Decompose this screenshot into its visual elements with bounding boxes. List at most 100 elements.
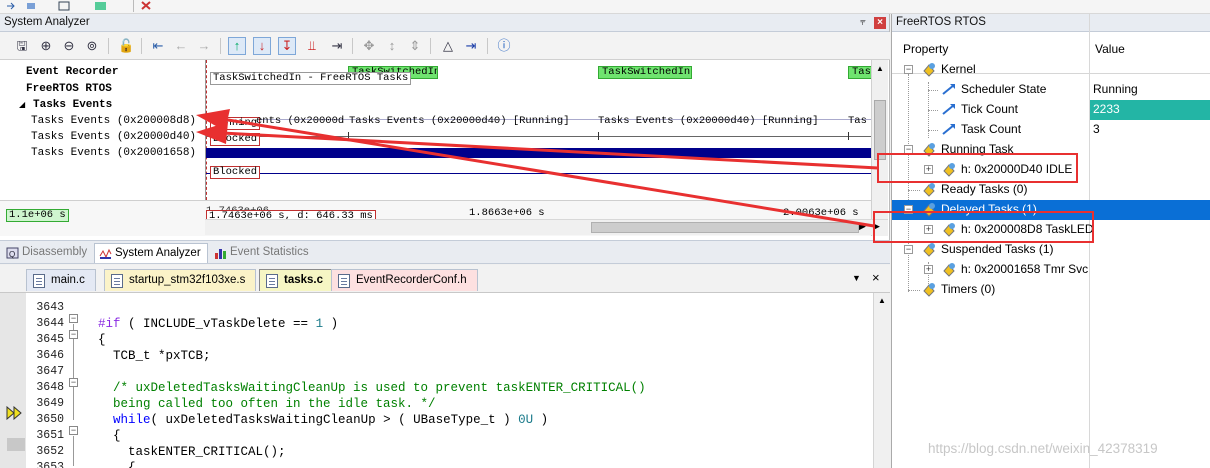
tree-tasks-events[interactable]: Tasks Events (33, 99, 112, 111)
go-back-icon[interactable]: ← (172, 37, 190, 55)
main-toolbar-strip (0, 0, 1210, 14)
go-first-icon[interactable]: ⇤ (149, 37, 167, 55)
tree-task-row-2[interactable]: Tasks Events (0x20000d40) (31, 131, 196, 143)
h-scroll-thumb[interactable] (591, 222, 859, 233)
breakpoint-marker[interactable] (7, 438, 25, 451)
code-line-3652: taskENTER_CRITICAL(); (98, 445, 286, 459)
line-number: 3645 (36, 333, 64, 346)
goto-marker-icon[interactable]: ⇥ (328, 37, 346, 55)
tab-eventrecorderconf-label: EventRecorderConf.h (356, 274, 467, 286)
row-scheduler-state[interactable]: Scheduler State Running (892, 80, 1210, 100)
tree-expanded-icon[interactable]: ◢ (19, 100, 25, 110)
falling-edge-icon[interactable]: ↓ (253, 37, 271, 55)
zoom-in-icon[interactable]: ⊕ (37, 37, 55, 55)
row-task-count[interactable]: Task Count 3 (892, 120, 1210, 140)
timer-icon (923, 283, 935, 297)
fold-icon[interactable]: − (69, 330, 78, 339)
timers-label: Timers (0) (941, 282, 996, 296)
time-mid: 1.8663e+06 s (469, 207, 545, 219)
graph-horizontal-scrollbar[interactable]: ▶ ▶ (205, 219, 888, 235)
event-box-2[interactable]: TaskSwitchedIn (598, 66, 692, 79)
close-icon[interactable]: × (874, 17, 886, 29)
editor-tabs: main.c startup_stm32f103xe.s tasks.c Eve… (0, 265, 890, 293)
events-text-1: Tasks Events (0x20000d40) [Running] (349, 115, 570, 127)
zoom-all-icon[interactable]: ⊚ (83, 37, 101, 55)
event-box-4[interactable]: Tas (848, 66, 871, 79)
close-file-icon[interactable]: × (872, 270, 880, 285)
task1-line (206, 136, 871, 137)
tree-freertos[interactable]: FreeRTOS RTOS (26, 83, 112, 95)
freertos-title: FreeRTOS RTOS (896, 16, 986, 28)
signal-tree: Event Recorder FreeRTOS RTOS ◢ Tasks Eve… (0, 60, 204, 200)
marker-icon[interactable]: ⫫ (303, 37, 321, 55)
timeline-graph[interactable]: TaskSwitchedIn TaskSwitchedIn Tas TaskSw… (205, 60, 871, 200)
row-timers[interactable]: Timers (0) (892, 280, 1210, 300)
zoom-out-icon[interactable]: ⊖ (60, 37, 78, 55)
collapse-icon[interactable]: − (904, 65, 913, 74)
editor-vertical-scrollbar[interactable]: ▲ (873, 293, 890, 468)
code-line-3653: { (98, 461, 136, 468)
expand-v-icon[interactable]: ↕ (383, 37, 401, 55)
help-icon[interactable]: ⓘ (495, 37, 513, 55)
events-text-2: Tasks Events (0x20000d40) [Running] (598, 115, 819, 127)
line-number: 3651 (36, 429, 64, 442)
col-property[interactable]: Property (903, 42, 948, 56)
tools-icon[interactable] (140, 1, 154, 11)
step-icon[interactable] (26, 1, 40, 11)
scroll-thumb[interactable] (874, 100, 886, 160)
fold-icon[interactable]: − (69, 378, 78, 387)
graph-vertical-scrollbar[interactable]: ▲ (871, 60, 888, 236)
system-analyzer-title: System Analyzer (4, 16, 90, 28)
tab-event-statistics[interactable]: Event Statistics (210, 243, 315, 263)
row-ready-tasks[interactable]: Ready Tasks (0) (892, 180, 1210, 200)
tree-task-row-1[interactable]: Tasks Events (0x200008d8) (31, 115, 196, 127)
tree-event-recorder[interactable]: Event Recorder (26, 66, 118, 78)
tab-list-icon[interactable]: ▼ (852, 273, 861, 283)
tab-disassembly[interactable]: Q Disassembly (2, 243, 93, 263)
go-forward-icon[interactable]: → (195, 37, 213, 55)
line-number: 3648 (36, 381, 64, 394)
system-analyzer-title-bar: System Analyzer ⫧ × (0, 14, 889, 32)
tab-tasks-c[interactable]: tasks.c (259, 269, 335, 291)
row-suspended-tasks[interactable]: − Suspended Tasks (1) (892, 240, 1210, 260)
rising-edge-icon[interactable]: ↑ (228, 37, 246, 55)
delta-icon[interactable]: △ (439, 37, 457, 55)
fold-icon[interactable]: − (69, 314, 78, 323)
tab-disassembly-label: Disassembly (22, 246, 88, 258)
move-icon[interactable]: ✥ (360, 37, 378, 55)
cursor-line (206, 60, 207, 200)
row-suspended-item[interactable]: + h: 0x20001658 Tmr Svc (892, 260, 1210, 280)
code-line-3645: { (98, 333, 106, 347)
collapse-icon[interactable]: − (904, 245, 913, 254)
tab-eventrecorderconf[interactable]: EventRecorderConf.h (331, 269, 478, 291)
tab-startup[interactable]: startup_stm32f103xe.s (104, 269, 257, 291)
tab-main-c[interactable]: main.c (26, 269, 96, 291)
freertos-title-bar: FreeRTOS RTOS (892, 14, 1210, 32)
fold-icon[interactable]: − (69, 426, 78, 435)
scroll-up-icon[interactable]: ▲ (876, 64, 884, 73)
row-kernel[interactable]: − Kernel (892, 60, 1210, 80)
code-line-3651: { (98, 429, 121, 443)
cursor-edge-icon[interactable]: ↧ (278, 37, 296, 55)
chart-icon[interactable] (94, 1, 108, 11)
row-tick-count[interactable]: Tick Count 2233 (892, 100, 1210, 120)
file-icon (266, 274, 278, 288)
go-last-icon[interactable]: ⇥ (462, 37, 480, 55)
tab-system-analyzer-label: System Analyzer (115, 247, 201, 259)
code-editor[interactable]: 3643 3644 3645 3646 3647 3648 3649 3650 3651 3652… (0, 293, 890, 468)
expand-icon[interactable]: + (924, 265, 933, 274)
lock-icon[interactable]: 🔓 (117, 37, 135, 55)
arrow-icon[interactable] (6, 1, 20, 11)
tree-task-row-3[interactable]: Tasks Events (0x20001658) (31, 147, 196, 159)
event-tooltip: TaskSwitchedIn - FreeRTOS Tasks (210, 72, 412, 85)
save-icon[interactable]: 🖫 (13, 37, 31, 55)
kernel-label: Kernel (941, 62, 976, 76)
tab-system-analyzer[interactable]: System Analyzer (94, 243, 208, 263)
window-icon[interactable] (58, 1, 72, 11)
col-value[interactable]: Value (1095, 42, 1125, 56)
pin-icon[interactable]: ⫧ (857, 17, 869, 29)
system-analyzer-toolbar: 🖫 ⊕ ⊖ ⊚ 🔓 ⇤ ← → ↑ ↓ ↧ ⫫ ⇥ ✥ ↕ ⇕ △ ⇥ ⓘ (0, 32, 890, 60)
scroll-right-icon[interactable]: ▶ (859, 221, 866, 232)
scroll-up-icon[interactable]: ▲ (878, 296, 886, 305)
collapse-icon[interactable]: ⇕ (406, 37, 424, 55)
